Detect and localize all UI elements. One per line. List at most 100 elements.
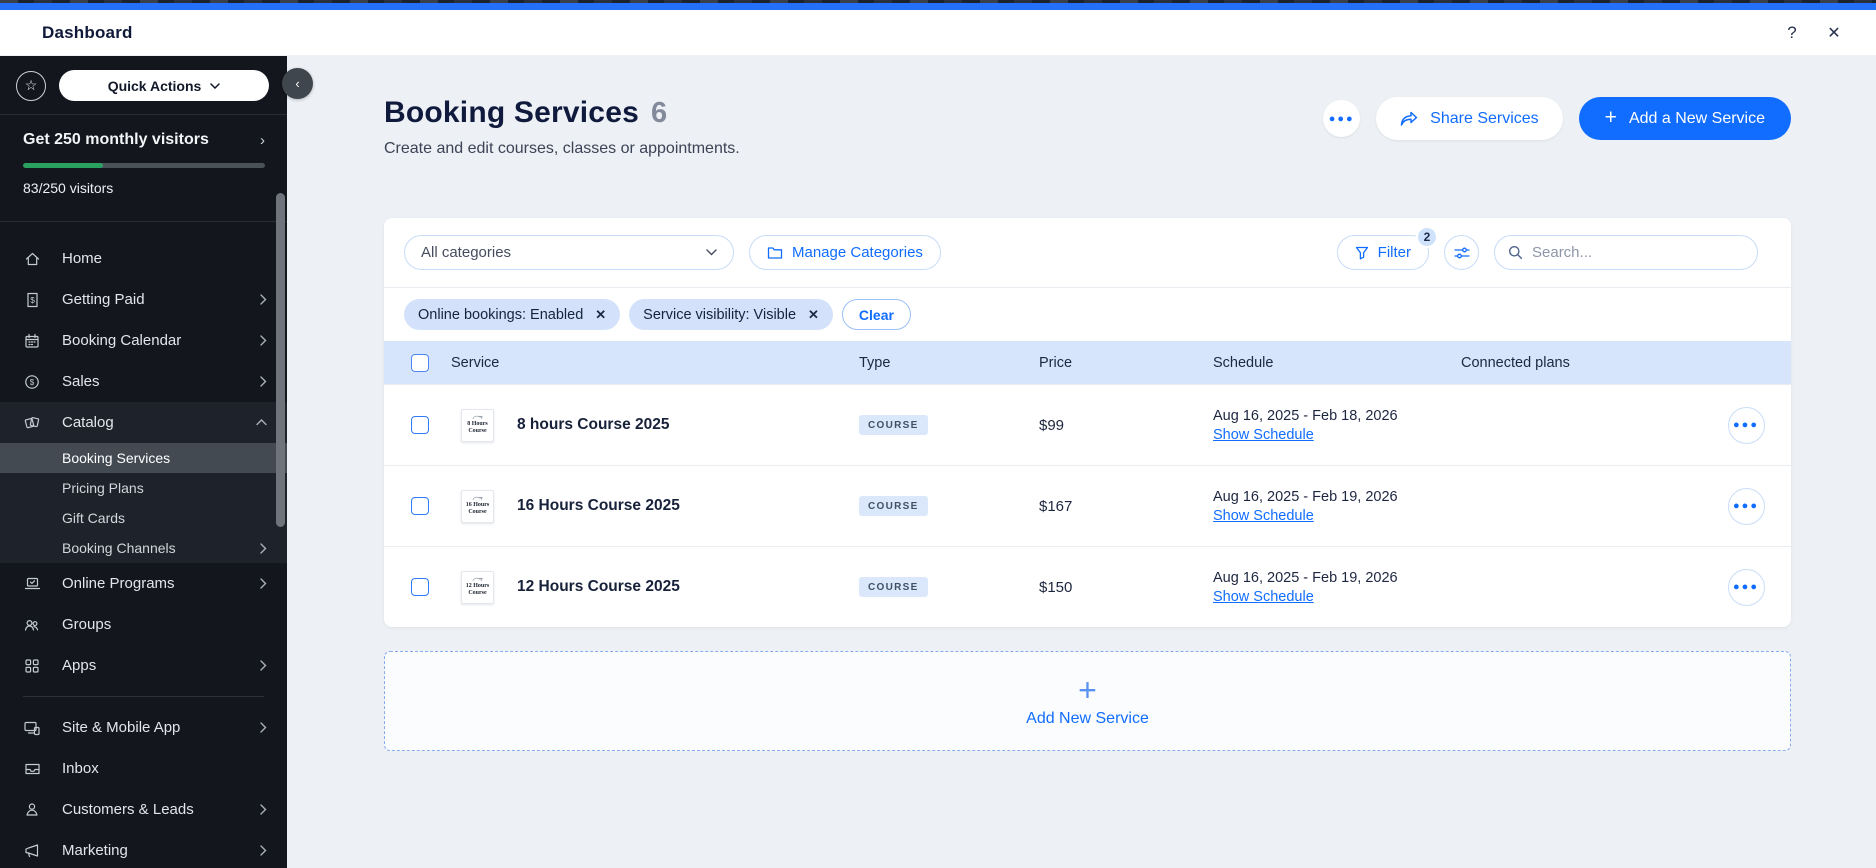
filter-chip-service-visibility[interactable]: Service visibility: Visible ✕ bbox=[629, 299, 833, 330]
close-icon[interactable]: ✕ bbox=[1820, 23, 1848, 43]
sidebar-item-customers-leads[interactable]: Customers & Leads bbox=[0, 789, 287, 830]
sidebar-item-catalog[interactable]: Catalog bbox=[0, 402, 287, 443]
site-mobile-icon bbox=[23, 720, 41, 736]
table-header: Service Type Price Schedule Connected pl… bbox=[384, 341, 1791, 384]
chevron-right-icon: › bbox=[260, 131, 265, 149]
sidebar-item-label: Booking Calendar bbox=[62, 332, 182, 349]
service-title[interactable]: 12 Hours Course 2025 bbox=[517, 578, 680, 596]
sidebar-collapse-button[interactable]: ‹ bbox=[282, 68, 313, 99]
share-services-label: Share Services bbox=[1430, 109, 1539, 127]
show-schedule-link[interactable]: Show Schedule bbox=[1213, 508, 1461, 524]
clear-filters-button[interactable]: Clear bbox=[841, 299, 911, 330]
column-header-type: Type bbox=[859, 354, 891, 371]
chevron-up-icon bbox=[256, 419, 267, 426]
search-icon bbox=[1509, 246, 1523, 260]
sidebar-item-booking-channels[interactable]: Booking Channels bbox=[0, 533, 287, 563]
advanced-filters-button[interactable] bbox=[1444, 235, 1479, 270]
search-input[interactable] bbox=[1532, 244, 1744, 261]
chevron-right-icon bbox=[260, 804, 267, 815]
visitors-promo: Get 250 monthly visitors › 83/250 visito… bbox=[0, 115, 287, 221]
share-services-button[interactable]: Share Services bbox=[1376, 97, 1563, 140]
row-more-actions-button[interactable]: ●●● bbox=[1727, 487, 1765, 525]
sidebar-item-label: Booking Services bbox=[62, 450, 171, 466]
sidebar-item-pricing-plans[interactable]: Pricing Plans bbox=[0, 473, 287, 503]
visitors-promo-header[interactable]: Get 250 monthly visitors › bbox=[23, 131, 265, 149]
services-toolbar: All categories Manage Categories Filter … bbox=[384, 218, 1791, 287]
sidebar-item-marketing[interactable]: Marketing bbox=[0, 830, 287, 868]
show-schedule-link[interactable]: Show Schedule bbox=[1213, 589, 1461, 605]
row-more-actions-button[interactable]: ●●● bbox=[1727, 406, 1765, 444]
chip-close-icon[interactable]: ✕ bbox=[595, 307, 606, 323]
row-more-actions-button[interactable]: ●●● bbox=[1727, 568, 1765, 606]
sidebar-item-groups[interactable]: Groups bbox=[0, 604, 287, 645]
category-select[interactable]: All categories bbox=[404, 235, 734, 270]
row-checkbox[interactable] bbox=[411, 416, 429, 434]
row-checkbox[interactable] bbox=[411, 497, 429, 515]
plus-icon: + bbox=[1604, 105, 1617, 129]
chip-close-icon[interactable]: ✕ bbox=[808, 307, 819, 323]
sidebar-item-apps[interactable]: Apps bbox=[0, 645, 287, 686]
service-schedule: Aug 16, 2025 - Feb 19, 2026 bbox=[1213, 569, 1398, 586]
column-header-schedule: Schedule bbox=[1213, 354, 1274, 371]
service-title[interactable]: 8 hours Course 2025 bbox=[517, 416, 669, 434]
sidebar-item-site-mobile-app[interactable]: Site & Mobile App bbox=[0, 707, 287, 748]
chevron-right-icon bbox=[260, 578, 267, 589]
sidebar-item-label: Customers & Leads bbox=[62, 801, 194, 818]
sidebar-item-booking-calendar[interactable]: Booking Calendar bbox=[0, 320, 287, 361]
more-actions-button[interactable]: ●●● bbox=[1323, 100, 1361, 137]
sidebar-item-label: Pricing Plans bbox=[62, 480, 144, 496]
visitors-progress-label: 83/250 visitors bbox=[23, 180, 114, 196]
apps-icon bbox=[23, 658, 41, 674]
table-row: 12 Hours Course 12 Hours Course 2025 COU… bbox=[384, 546, 1791, 627]
thumbnail-text: 16 Hours bbox=[465, 502, 490, 509]
add-a-new-service-button[interactable]: + Add a New Service bbox=[1578, 97, 1791, 140]
sidebar-item-label: Sales bbox=[62, 373, 100, 390]
marketing-icon bbox=[23, 843, 41, 858]
quick-actions-row: ☆ Quick Actions bbox=[0, 56, 287, 114]
sales-icon: $ bbox=[23, 374, 41, 390]
service-type-badge: COURSE bbox=[859, 415, 928, 435]
help-icon[interactable]: ? bbox=[1778, 23, 1806, 43]
promo-title: Get 250 monthly visitors bbox=[23, 131, 209, 148]
service-thumbnail: 8 Hours Course bbox=[461, 408, 494, 442]
thumbnail-text: Course bbox=[468, 428, 487, 434]
active-filters-row: Online bookings: Enabled ✕ Service visib… bbox=[384, 287, 1791, 341]
quick-actions-button[interactable]: Quick Actions bbox=[59, 70, 269, 101]
inbox-icon bbox=[23, 762, 41, 776]
visitors-progress-bar bbox=[23, 163, 265, 168]
service-title[interactable]: 16 Hours Course 2025 bbox=[517, 497, 680, 515]
sidebar-item-home[interactable]: Home bbox=[0, 238, 287, 279]
service-price: $150 bbox=[1039, 578, 1073, 596]
add-new-service-button[interactable]: + Add New Service bbox=[384, 651, 1791, 751]
sidebar-item-label: Marketing bbox=[62, 842, 128, 859]
table-row: 8 Hours Course 8 hours Course 2025 COURS… bbox=[384, 384, 1791, 465]
sidebar-section-divider bbox=[23, 696, 264, 697]
sidebar: ☆ Quick Actions Get 250 monthly visitors… bbox=[0, 56, 287, 868]
star-icon[interactable]: ☆ bbox=[16, 70, 46, 101]
filter-button[interactable]: Filter bbox=[1336, 235, 1429, 270]
sidebar-item-getting-paid[interactable]: $ Getting Paid bbox=[0, 279, 287, 320]
manage-categories-button[interactable]: Manage Categories bbox=[749, 235, 941, 270]
sidebar-item-inbox[interactable]: Inbox bbox=[0, 748, 287, 789]
select-all-checkbox[interactable] bbox=[411, 353, 429, 372]
chevron-right-icon bbox=[260, 335, 267, 346]
catalog-section: Catalog Booking Services Pricing Plans Gift… bbox=[0, 402, 287, 563]
sidebar-scrollbar-thumb[interactable] bbox=[276, 193, 285, 527]
sidebar-item-label: Booking Channels bbox=[62, 540, 176, 556]
sidebar-item-booking-services[interactable]: Booking Services bbox=[0, 443, 287, 473]
column-header-connected-plans: Connected plans bbox=[1461, 354, 1570, 371]
thumbnail-image-mark bbox=[472, 415, 483, 420]
filter-funnel-icon bbox=[1355, 246, 1368, 259]
show-schedule-link[interactable]: Show Schedule bbox=[1213, 427, 1461, 443]
chevron-right-icon bbox=[260, 294, 267, 305]
row-checkbox[interactable] bbox=[411, 578, 429, 596]
sidebar-item-gift-cards[interactable]: Gift Cards bbox=[0, 503, 287, 533]
services-card: All categories Manage Categories Filter … bbox=[384, 218, 1791, 627]
filter-label: Filter bbox=[1377, 244, 1411, 261]
filter-chip-online-bookings[interactable]: Online bookings: Enabled ✕ bbox=[404, 299, 621, 330]
page-title: Booking Services bbox=[384, 96, 639, 129]
service-schedule: Aug 16, 2025 - Feb 18, 2026 bbox=[1213, 407, 1398, 424]
sidebar-item-sales[interactable]: $ Sales bbox=[0, 361, 287, 402]
sidebar-item-online-programs[interactable]: Online Programs bbox=[0, 563, 287, 604]
sidebar-item-label: Groups bbox=[62, 616, 112, 633]
